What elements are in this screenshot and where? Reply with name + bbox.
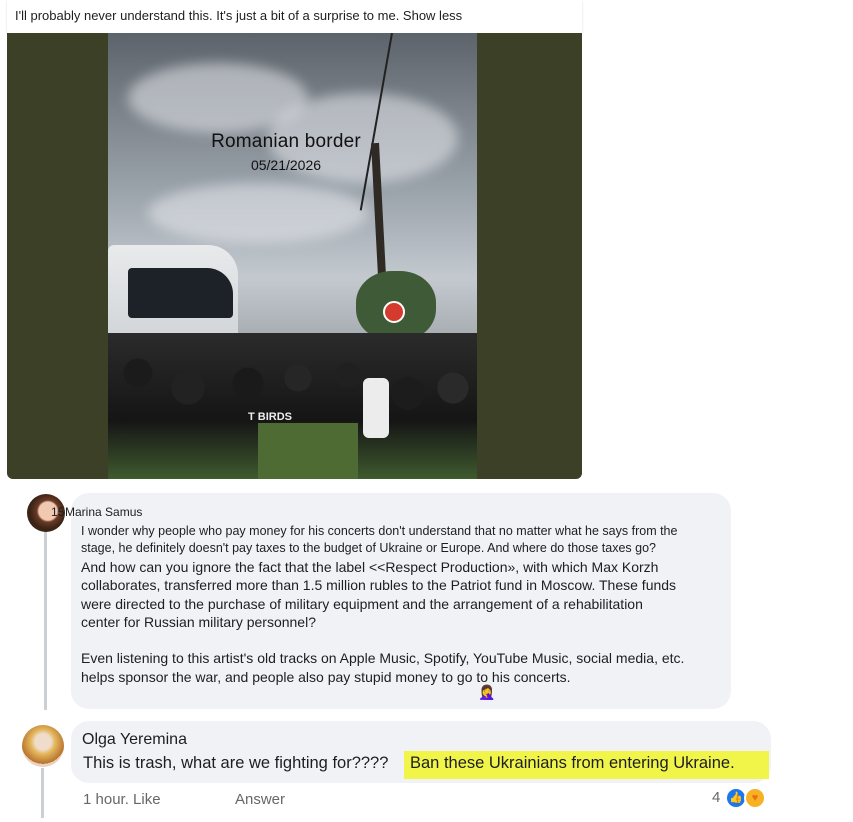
comment-text-line: stage, he definitely doesn't pay taxes t…: [81, 541, 656, 555]
comment-text-line: were directed to the purchase of militar…: [81, 596, 643, 612]
comment-time-like[interactable]: 1 hour. Like: [83, 791, 161, 808]
photo-shirt-text: T BIRDS: [248, 411, 292, 423]
care-icon[interactable]: ♥: [744, 787, 766, 809]
comment-text-line: helps sponsor the war, and people also p…: [81, 669, 571, 685]
reply-thread-line: [44, 528, 47, 710]
photo-cloud: [148, 183, 368, 243]
photo-bus-window: [128, 268, 233, 318]
comment-text-line: And how can you ignore the fact that the…: [81, 559, 659, 575]
comment-text-line: Even listening to this artist's old trac…: [81, 650, 685, 666]
avatar[interactable]: [22, 725, 64, 767]
comment-author[interactable]: Marina Samus: [65, 505, 142, 519]
comment-text-line: center for Russian military personnel?: [81, 614, 316, 630]
reaction-count[interactable]: 4: [712, 789, 720, 806]
comment-text-highlighted: Ban these Ukrainians from entering Ukrai…: [410, 754, 735, 772]
post-photo[interactable]: T BIRDS Romanian border 05/21/2026: [108, 33, 477, 479]
answer-button[interactable]: Answer: [235, 791, 285, 808]
photo-grass: [258, 423, 358, 479]
photo-overlay-title: Romanian border: [211, 131, 361, 152]
post-photo-frame[interactable]: T BIRDS Romanian border 05/21/2026: [7, 33, 582, 479]
post-caption[interactable]: I'll probably never understand this. It'…: [15, 8, 462, 23]
comment-author[interactable]: Olga Yeremina: [82, 731, 187, 749]
photo-person: [363, 378, 389, 438]
reply-thread-line: [41, 768, 44, 818]
comment-text: This is trash, what are we fighting for?…: [83, 754, 389, 772]
photo-overlay-date: 05/21/2026: [250, 157, 322, 173]
photo-no-entry-sign: [383, 301, 405, 323]
comment-text-line: I wonder why people who pay money for hi…: [81, 524, 678, 538]
facepalm-emoji-icon: 🤦‍♀️: [478, 684, 496, 700]
comment-text-line: collaborates, transferred more than 1.5 …: [81, 577, 677, 593]
post-caption-bar: I'll probably never understand this. It'…: [7, 0, 582, 33]
rank-number: 15: [51, 505, 65, 519]
